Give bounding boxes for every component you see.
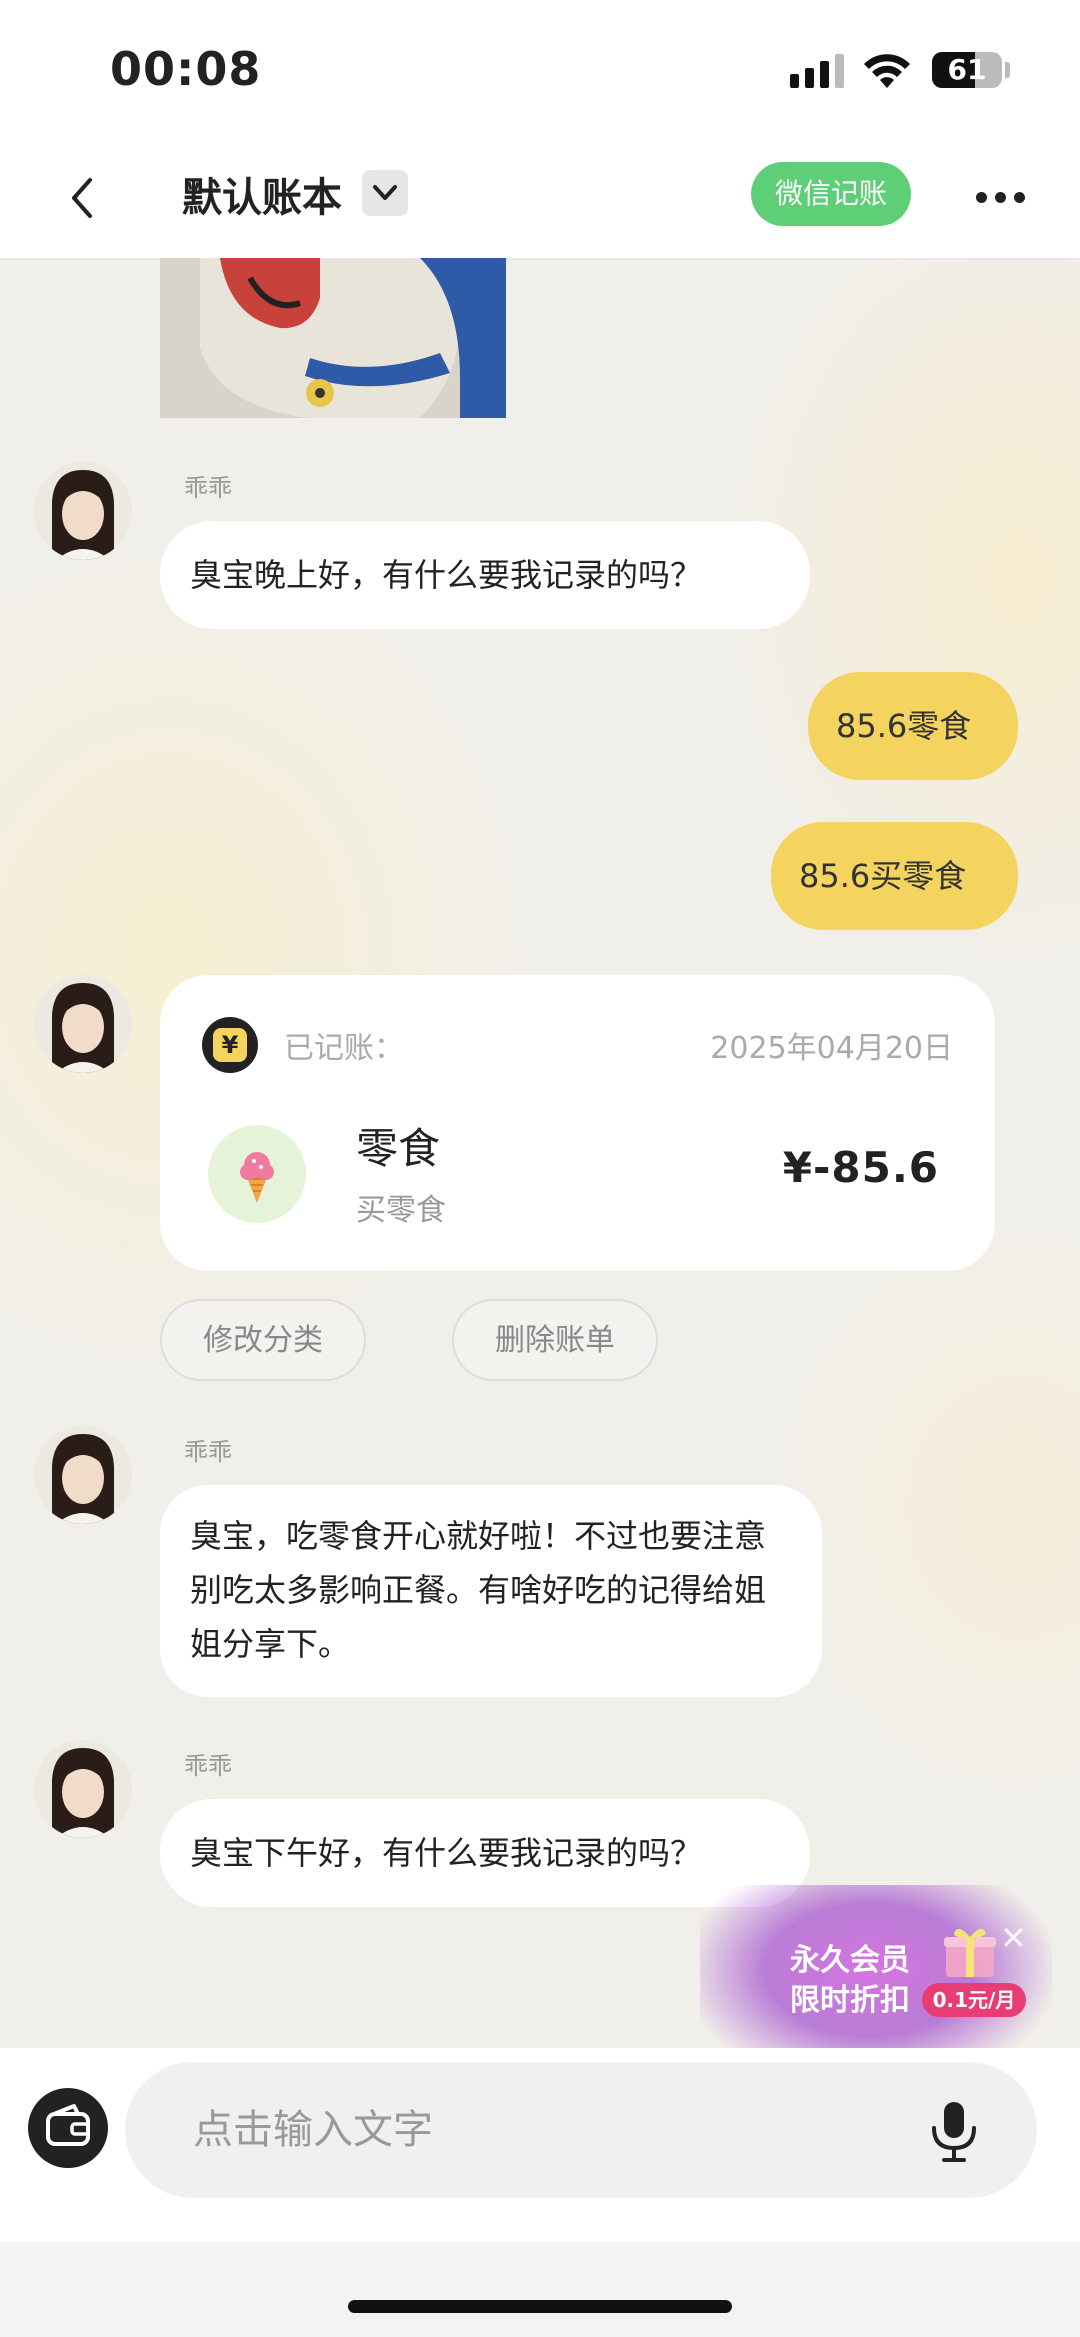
avatar-photo bbox=[34, 462, 132, 560]
ice-cream-icon bbox=[208, 1125, 306, 1223]
book-dropdown-button[interactable] bbox=[362, 170, 408, 216]
wifi-icon bbox=[864, 54, 910, 88]
edit-category-button[interactable]: 修改分类 bbox=[160, 1299, 366, 1381]
promo-title: 永久会员 bbox=[790, 1943, 910, 1978]
close-icon[interactable]: ✕ bbox=[1000, 1919, 1027, 1957]
message-bubble[interactable]: 臭宝，吃零食开心就好啦！不过也要注意别吃太多影响正餐。有啥好吃的记得给姐姐分享下… bbox=[160, 1485, 822, 1697]
message-bubble-outgoing[interactable]: 85.6买零食 bbox=[771, 822, 1018, 930]
avatar[interactable] bbox=[34, 1426, 132, 1524]
sender-name: 乖乖 bbox=[184, 1752, 232, 1780]
delete-bill-button[interactable]: 删除账单 bbox=[452, 1299, 658, 1381]
bill-record-card[interactable]: ¥ 已记账： 2025年04月20日 零食 买零食 ¥-85.6 bbox=[160, 975, 995, 1271]
input-bar bbox=[0, 2048, 1080, 2242]
avatar[interactable] bbox=[34, 462, 132, 560]
battery-level: 61 bbox=[947, 53, 987, 86]
avatar[interactable] bbox=[34, 1740, 132, 1838]
home-indicator[interactable] bbox=[348, 2300, 732, 2313]
chevron-down-icon bbox=[373, 185, 397, 200]
wallet-button[interactable] bbox=[28, 2088, 108, 2168]
home-indicator-area bbox=[0, 2242, 1080, 2337]
gift-icon bbox=[944, 1928, 996, 1977]
avatar-photo bbox=[34, 975, 132, 1073]
back-icon[interactable] bbox=[60, 170, 110, 226]
yen-icon: ¥ bbox=[202, 1017, 258, 1073]
avatar-photo bbox=[34, 1426, 132, 1524]
message-input[interactable] bbox=[125, 2062, 1037, 2198]
battery-icon: 61 bbox=[932, 52, 1002, 88]
record-date: 2025年04月20日 bbox=[710, 1031, 953, 1066]
avatar[interactable] bbox=[34, 975, 132, 1073]
promo-price-badge: 0.1元/月 bbox=[922, 1983, 1026, 2017]
message-bubble[interactable]: 臭宝晚上好，有什么要我记录的吗？ bbox=[160, 521, 810, 629]
category-name: 零食 bbox=[356, 1124, 441, 1173]
more-icon[interactable] bbox=[976, 192, 1026, 206]
avatar-photo bbox=[34, 1740, 132, 1838]
wallet-icon bbox=[46, 2104, 90, 2146]
sender-name: 乖乖 bbox=[184, 474, 232, 502]
account-book-title[interactable]: 默认账本 bbox=[182, 170, 342, 226]
bill-amount: ¥-85.6 bbox=[782, 1143, 939, 1192]
bill-note: 买零食 bbox=[356, 1193, 446, 1228]
message-bubble-outgoing[interactable]: 85.6零食 bbox=[808, 672, 1018, 780]
sticker-image[interactable] bbox=[160, 258, 506, 418]
recorded-label: 已记账： bbox=[284, 1031, 404, 1066]
status-time: 00:08 bbox=[110, 42, 262, 96]
microphone-icon[interactable] bbox=[928, 2100, 980, 2164]
promo-subtitle: 限时折扣 bbox=[790, 1983, 910, 2018]
status-bar: 00:08 61 bbox=[0, 0, 1080, 140]
sender-name: 乖乖 bbox=[184, 1438, 232, 1466]
header: 默认账本 微信记账 bbox=[0, 140, 1080, 260]
battery-tip bbox=[1005, 62, 1010, 78]
wechat-bookkeeping-button[interactable]: 微信记账 bbox=[751, 162, 911, 226]
signal-icon bbox=[790, 52, 844, 88]
